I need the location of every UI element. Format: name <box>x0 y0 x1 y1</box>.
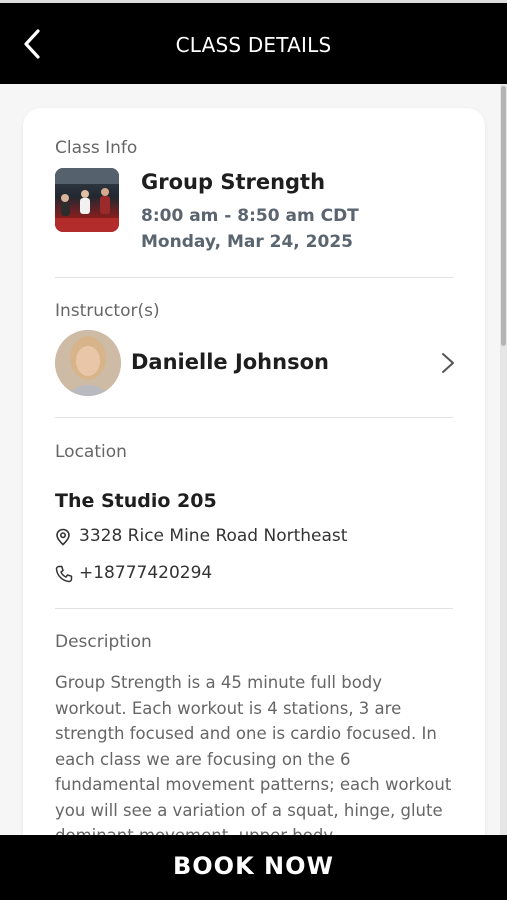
chevron-right-icon <box>442 353 454 373</box>
class-date: Monday, Mar 24, 2025 <box>141 232 353 252</box>
divider <box>55 608 453 609</box>
scroll-content[interactable]: Class Info Group Strength 8:00 am - 8:50… <box>0 84 500 835</box>
avatar <box>55 330 121 396</box>
scrollbar-thumb[interactable] <box>501 86 506 346</box>
page-title: CLASS DETAILS <box>175 33 332 57</box>
divider <box>55 277 453 278</box>
class-details-card: Class Info Group Strength 8:00 am - 8:50… <box>23 108 485 835</box>
class-time: 8:00 am - 8:50 am CDT <box>141 206 359 226</box>
instructor-row[interactable]: Danielle Johnson <box>55 330 455 396</box>
location-phone[interactable]: +18777420294 <box>79 563 212 583</box>
class-photo-image <box>55 168 119 232</box>
description-label: Description <box>55 632 152 652</box>
description-text: Group Strength is a 45 minute full body … <box>55 673 452 835</box>
book-now-button[interactable]: BOOK NOW <box>0 835 507 900</box>
map-pin-icon <box>56 528 70 546</box>
class-name: Group Strength <box>141 170 326 194</box>
instructor-name: Danielle Johnson <box>131 350 329 374</box>
instructor-label: Instructor(s) <box>55 301 160 321</box>
phone-icon <box>55 565 73 583</box>
class-thumbnail <box>55 168 119 232</box>
divider <box>55 417 453 418</box>
location-name: The Studio 205 <box>55 490 217 512</box>
class-info-label: Class Info <box>55 138 138 158</box>
header-bar: CLASS DETAILS <box>0 0 507 84</box>
location-address: 3328 Rice Mine Road Northeast <box>79 526 348 546</box>
location-label: Location <box>55 442 127 462</box>
instructor-photo-image <box>55 330 121 396</box>
